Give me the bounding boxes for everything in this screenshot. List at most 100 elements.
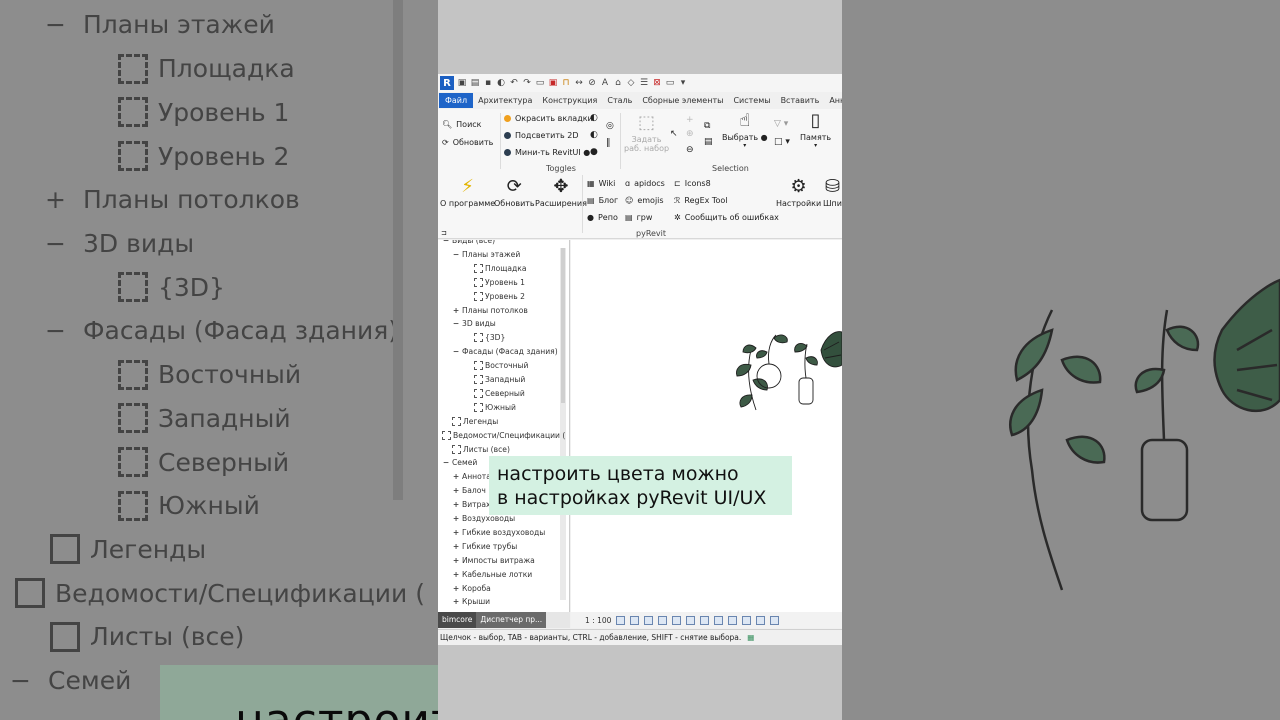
show-crop-icon[interactable] bbox=[686, 615, 696, 625]
set-workset-button[interactable]: ⬚ Задать раб. набор bbox=[624, 113, 669, 154]
expand-icon[interactable]: + bbox=[452, 570, 460, 579]
expand-icon[interactable]: + bbox=[452, 584, 460, 593]
refresh-button[interactable]: ⟳ Обновить bbox=[442, 138, 493, 147]
crop-view-icon[interactable] bbox=[672, 615, 682, 625]
cursor-icon[interactable]: ↖ bbox=[670, 129, 678, 139]
tree-item[interactable]: + Аннота bbox=[452, 472, 491, 481]
tree-item[interactable]: + Гибкие воздуховоды bbox=[452, 528, 545, 537]
expand-icon[interactable]: + bbox=[452, 486, 460, 495]
filter-icon[interactable]: ▽ ▾ bbox=[774, 119, 788, 129]
rpw-link[interactable]: ▤ гpw bbox=[625, 213, 652, 222]
customize-dropdown-icon[interactable]: ▾ bbox=[678, 78, 688, 88]
expand-icon[interactable]: + bbox=[452, 528, 460, 537]
expand-icon[interactable]: + bbox=[452, 597, 460, 606]
collapse-icon[interactable]: − bbox=[452, 347, 460, 356]
dimension-icon[interactable]: ↔ bbox=[574, 78, 584, 88]
settings-button[interactable]: ⚙ Настройки bbox=[776, 177, 821, 209]
shadows-icon[interactable] bbox=[658, 615, 668, 625]
half-circle-icon[interactable]: ◐ bbox=[590, 113, 598, 123]
update-button[interactable]: ⟳ Обновить bbox=[494, 177, 535, 209]
undo-icon[interactable]: ↶ bbox=[509, 78, 519, 88]
tree-item[interactable]: − Планы этажей bbox=[452, 250, 520, 259]
tab-project-browser[interactable]: Диспетчер пр... bbox=[476, 612, 547, 628]
constraints-icon[interactable] bbox=[770, 615, 780, 625]
half-circle-icon[interactable]: ◐ bbox=[590, 130, 598, 140]
tree-item[interactable]: + Импосты витража bbox=[452, 556, 535, 565]
revit-logo-icon[interactable]: R bbox=[440, 76, 454, 90]
target-icon[interactable]: ◎ bbox=[606, 121, 614, 131]
pdf-icon[interactable]: ▣ bbox=[548, 78, 558, 88]
filled-circle-icon[interactable]: ● bbox=[590, 147, 598, 157]
tree-item[interactable]: − Виды (все) bbox=[442, 240, 495, 245]
browser-scrollbar[interactable] bbox=[560, 248, 566, 600]
thin-lines-icon[interactable]: ☰ bbox=[639, 78, 649, 88]
tag-icon[interactable]: ⊘ bbox=[587, 78, 597, 88]
tree-item[interactable]: Западный bbox=[474, 375, 525, 384]
tree-item[interactable]: {3D} bbox=[474, 333, 505, 343]
toggle-minify-ui[interactable]: Мини-ть RevitUI ● bbox=[504, 148, 590, 157]
memory-button[interactable]: ▯ Память ▾ bbox=[800, 111, 831, 150]
redo-icon[interactable]: ↷ bbox=[522, 78, 532, 88]
expand-icon[interactable]: + bbox=[452, 500, 460, 509]
tree-item[interactable]: Ведомости/Спецификации ( bbox=[442, 430, 565, 440]
sync-icon[interactable]: ◐ bbox=[496, 78, 506, 88]
detail-level-icon[interactable] bbox=[616, 615, 626, 625]
blog-link[interactable]: ▤ Блог bbox=[587, 196, 618, 205]
section-icon[interactable]: ◇ bbox=[626, 78, 636, 88]
temp-hide-icon[interactable] bbox=[714, 615, 724, 625]
tree-item[interactable]: −3D виды bbox=[452, 319, 496, 328]
tree-item[interactable]: Южный bbox=[474, 402, 516, 412]
sun-path-icon[interactable] bbox=[644, 615, 654, 625]
tree-item[interactable]: + Воздуховоды bbox=[452, 514, 515, 523]
ribbon-tab[interactable]: Сталь bbox=[602, 93, 637, 108]
expand-icon[interactable]: + bbox=[452, 306, 460, 315]
bars-icon[interactable]: ‖ bbox=[606, 138, 611, 148]
scrollbar-thumb[interactable] bbox=[561, 248, 565, 403]
drawing-canvas[interactable] bbox=[571, 240, 842, 612]
box-dropdown-icon[interactable]: □ ▾ bbox=[774, 137, 790, 147]
toggle-color-tabs[interactable]: Окрасить вкладки bbox=[504, 114, 593, 123]
save-icon[interactable]: ▪ bbox=[483, 78, 493, 88]
3d-view-icon[interactable]: ⌂ bbox=[613, 78, 623, 88]
search-button[interactable]: 🔍︎ Поиск bbox=[442, 120, 482, 129]
text-icon[interactable]: A bbox=[600, 78, 610, 88]
pin-icon[interactable]: ⊐ bbox=[441, 229, 447, 237]
tree-item[interactable]: Площадка bbox=[474, 263, 527, 273]
close-hidden-icon[interactable]: ⊠ bbox=[652, 78, 662, 88]
tree-item[interactable]: Уровень 1 bbox=[474, 277, 525, 287]
ribbon-tab[interactable]: Системы bbox=[728, 93, 775, 108]
collapse-icon[interactable]: − bbox=[442, 240, 450, 245]
tree-item[interactable]: + Планы потолков bbox=[452, 306, 528, 315]
scale-label[interactable]: 1 : 100 bbox=[585, 616, 611, 625]
ribbon-tab[interactable]: Вставить bbox=[776, 93, 825, 108]
tree-item[interactable]: + Витрах bbox=[452, 500, 491, 509]
emojis-link[interactable]: ☺ emojis bbox=[625, 196, 664, 205]
expand-icon[interactable]: + bbox=[452, 556, 460, 565]
regex-tool-link[interactable]: ℛ RegEx Tool bbox=[674, 196, 727, 205]
tree-item[interactable]: Уровень 2 bbox=[474, 291, 525, 301]
tab-bimcore[interactable]: bimcore bbox=[438, 612, 477, 628]
about-button[interactable]: ⚡ О программе bbox=[440, 177, 495, 209]
paste-icon[interactable]: ▤ bbox=[704, 137, 713, 147]
apidocs-link[interactable]: ɑ apidocs bbox=[625, 179, 665, 188]
extra-button[interactable]: ⛁ Шпи bbox=[823, 177, 842, 209]
tree-item[interactable]: + Крыши bbox=[452, 597, 490, 606]
toggle-highlight-2d[interactable]: Подсветить 2D bbox=[504, 131, 579, 140]
collapse-icon[interactable]: − bbox=[442, 458, 450, 467]
home-doc-icon[interactable]: ▣ bbox=[457, 78, 467, 88]
reveal-hidden-icon[interactable] bbox=[728, 615, 738, 625]
collapse-icon[interactable]: − bbox=[452, 250, 460, 259]
tree-item[interactable]: + Балоч bbox=[452, 486, 486, 495]
repo-link[interactable]: ● Репо bbox=[587, 213, 618, 222]
plus-circle-icon[interactable]: ⊕ bbox=[686, 129, 694, 139]
lock-view-icon[interactable] bbox=[700, 615, 710, 625]
collapse-icon[interactable]: − bbox=[452, 319, 460, 328]
expand-icon[interactable]: + bbox=[452, 514, 460, 523]
wiki-link[interactable]: ▦ Wiki bbox=[587, 179, 615, 188]
icons8-link[interactable]: ⊏ Icons8 bbox=[674, 179, 711, 188]
plus-icon[interactable]: + bbox=[686, 115, 694, 125]
tree-item[interactable]: + Короба bbox=[452, 584, 491, 593]
visual-style-icon[interactable] bbox=[630, 615, 640, 625]
status-filter-icon[interactable]: ▦ bbox=[747, 630, 754, 645]
tree-item[interactable]: Легенды bbox=[452, 416, 498, 426]
